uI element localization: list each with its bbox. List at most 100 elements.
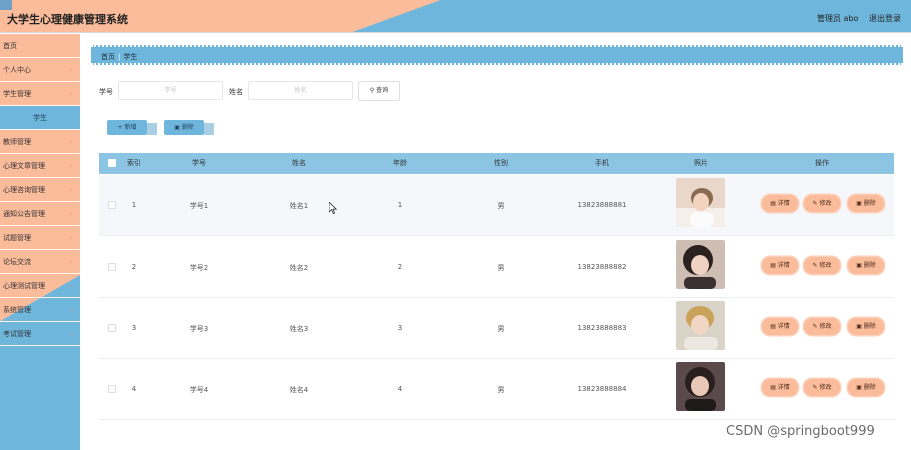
edit-button[interactable]: ✎ 修改 [804, 379, 840, 396]
detail-button[interactable]: ▤ 详情 [762, 379, 798, 396]
name-input[interactable]: 姓名 [248, 81, 353, 100]
column-header-student-no: 学号 [192, 159, 206, 167]
top-header: 大学生心理健康管理系统 管理员 abo 退出登录 [0, 0, 911, 33]
delete-button[interactable]: ▣ 删除 [848, 195, 884, 212]
sidebar-item-article-management[interactable]: 心理文章管理 ⌄ [0, 154, 80, 178]
row-checkbox[interactable] [108, 385, 116, 393]
cell-gender: 男 [497, 386, 505, 394]
sidebar-item-student-management[interactable]: 学生管理 ⌄ [0, 82, 80, 106]
cell-phone: 13823888883 [577, 324, 627, 332]
detail-button-label: 详情 [777, 323, 790, 330]
detail-button[interactable]: ▤ 详情 [762, 257, 798, 274]
sidebar-item-label: 试题管理 [3, 234, 31, 242]
query-button[interactable]: ⚲ 查询 [358, 81, 400, 101]
sidebar-item-question-management[interactable]: 试题管理 ⌄ [0, 226, 80, 250]
cell-name: 姓名2 [289, 264, 309, 272]
column-header-name: 姓名 [292, 159, 306, 167]
table-row[interactable]: 2 学号2 姓名2 2 男 13823888882 ▤ 详情 ✎ 修改 ▣ 删除 [99, 237, 894, 298]
document-icon: ▤ [770, 200, 776, 207]
cell-name: 姓名1 [289, 202, 309, 210]
cell-student-no: 学号3 [189, 325, 209, 333]
edit-button[interactable]: ✎ 修改 [804, 195, 840, 212]
app-title: 大学生心理健康管理系统 [7, 13, 128, 26]
trash-icon: ▣ [856, 323, 862, 330]
cell-age: 1 [397, 201, 403, 209]
query-button-label: 查询 [376, 87, 389, 94]
chevron-down-icon: ⌄ [67, 66, 73, 73]
sidebar-item-system-management[interactable]: 系统管理 ⌄ [0, 298, 80, 322]
edit-button-label: 修改 [819, 323, 832, 330]
edit-icon: ✎ [812, 384, 818, 391]
sidebar-item-forum[interactable]: 论坛交流 ⌄ [0, 250, 80, 274]
row-checkbox[interactable] [108, 263, 116, 271]
edit-button-label: 修改 [819, 200, 832, 207]
sidebar-item-label: 首页 [3, 42, 17, 50]
edit-icon: ✎ [812, 262, 818, 269]
plus-icon: + [117, 124, 123, 131]
column-header-age: 年龄 [393, 159, 407, 167]
sidebar-item-label: 教师管理 [3, 138, 31, 146]
delete-button-label: 删除 [863, 384, 876, 391]
student-no-input[interactable]: 学号 [118, 81, 223, 100]
add-button[interactable]: + 新增 [107, 120, 157, 135]
chevron-down-icon: ⌄ [67, 210, 73, 217]
cell-gender: 男 [497, 202, 505, 210]
sidebar-subitem-student[interactable]: 学生 [0, 106, 80, 130]
edit-icon: ✎ [812, 323, 818, 330]
trash-icon: ▣ [856, 384, 862, 391]
sidebar-item-consult-management[interactable]: 心理咨询管理 ⌄ [0, 178, 80, 202]
edit-button[interactable]: ✎ 修改 [804, 318, 840, 335]
chevron-down-icon: ⌄ [67, 90, 73, 97]
cell-phone: 13823888884 [577, 385, 627, 393]
sidebar-item-exam-management[interactable]: 考试管理 ⌄ [0, 322, 80, 346]
delete-button[interactable]: ▣ 删除 [848, 318, 884, 335]
add-button-label: 新增 [124, 124, 137, 131]
sidebar-item-label: 通知公告管理 [3, 210, 45, 218]
student-photo[interactable] [676, 240, 725, 289]
batch-delete-button[interactable]: ▣ 删除 [164, 120, 214, 135]
student-photo[interactable] [676, 301, 725, 350]
sidebar-item-label: 学生管理 [3, 90, 31, 98]
table-row[interactable]: 1 学号1 姓名1 1 男 13823888881 ▤ 详情 ✎ 修改 ▣ 删除 [99, 175, 894, 236]
breadcrumb-separator: | [118, 53, 121, 61]
cell-gender: 男 [497, 325, 505, 333]
sidebar-item-home[interactable]: 首页 [0, 34, 80, 58]
edit-button[interactable]: ✎ 修改 [804, 257, 840, 274]
table-row[interactable]: 3 学号3 姓名3 3 男 13823888883 ▤ 详情 ✎ 修改 ▣ 删除 [99, 298, 894, 359]
student-photo[interactable] [676, 362, 725, 411]
cell-index: 2 [131, 263, 137, 271]
sidebar-item-teacher-management[interactable]: 教师管理 ⌄ [0, 130, 80, 154]
student-photo[interactable] [676, 178, 725, 227]
breadcrumb-current: 学生 [123, 53, 138, 61]
column-header-operations: 操作 [815, 159, 829, 167]
column-header-phone: 手机 [595, 159, 609, 167]
sidebar-item-test-management[interactable]: 心理测试管理 ⌄ [0, 274, 80, 298]
select-all-checkbox[interactable] [108, 159, 116, 167]
breadcrumb-home[interactable]: 首页 [101, 53, 115, 61]
delete-button[interactable]: ▣ 删除 [848, 257, 884, 274]
sidebar-item-notice-management[interactable]: 通知公告管理 ⌄ [0, 202, 80, 226]
table-header: 索引 学号 姓名 年龄 性别 手机 照片 操作 [99, 153, 894, 174]
chevron-down-icon: ⌄ [67, 258, 73, 265]
chevron-down-icon: ⌄ [67, 330, 73, 337]
sidebar-item-label: 系统管理 [3, 306, 31, 314]
edit-button-label: 修改 [819, 262, 832, 269]
cell-name: 姓名4 [289, 386, 309, 394]
row-checkbox[interactable] [108, 201, 116, 209]
cell-age: 2 [397, 263, 403, 271]
chevron-down-icon: ⌄ [67, 282, 73, 289]
row-checkbox[interactable] [108, 324, 116, 332]
sidebar-item-label: 考试管理 [3, 330, 31, 338]
sidebar-item-label: 心理咨询管理 [3, 186, 45, 194]
cell-gender: 男 [497, 264, 505, 272]
sidebar-item-profile[interactable]: 个人中心 ⌄ [0, 58, 80, 82]
delete-button[interactable]: ▣ 删除 [848, 379, 884, 396]
column-header-gender: 性别 [494, 159, 508, 167]
detail-button[interactable]: ▤ 详情 [762, 195, 798, 212]
document-icon: ▤ [770, 384, 776, 391]
sidebar-item-label: 论坛交流 [3, 258, 31, 266]
table-row[interactable]: 4 学号4 姓名4 4 男 13823888884 ▤ 详情 ✎ 修改 ▣ 删除 [99, 359, 894, 420]
detail-button[interactable]: ▤ 详情 [762, 318, 798, 335]
logout-link[interactable]: 退出登录 [869, 13, 901, 24]
cell-name: 姓名3 [289, 325, 309, 333]
